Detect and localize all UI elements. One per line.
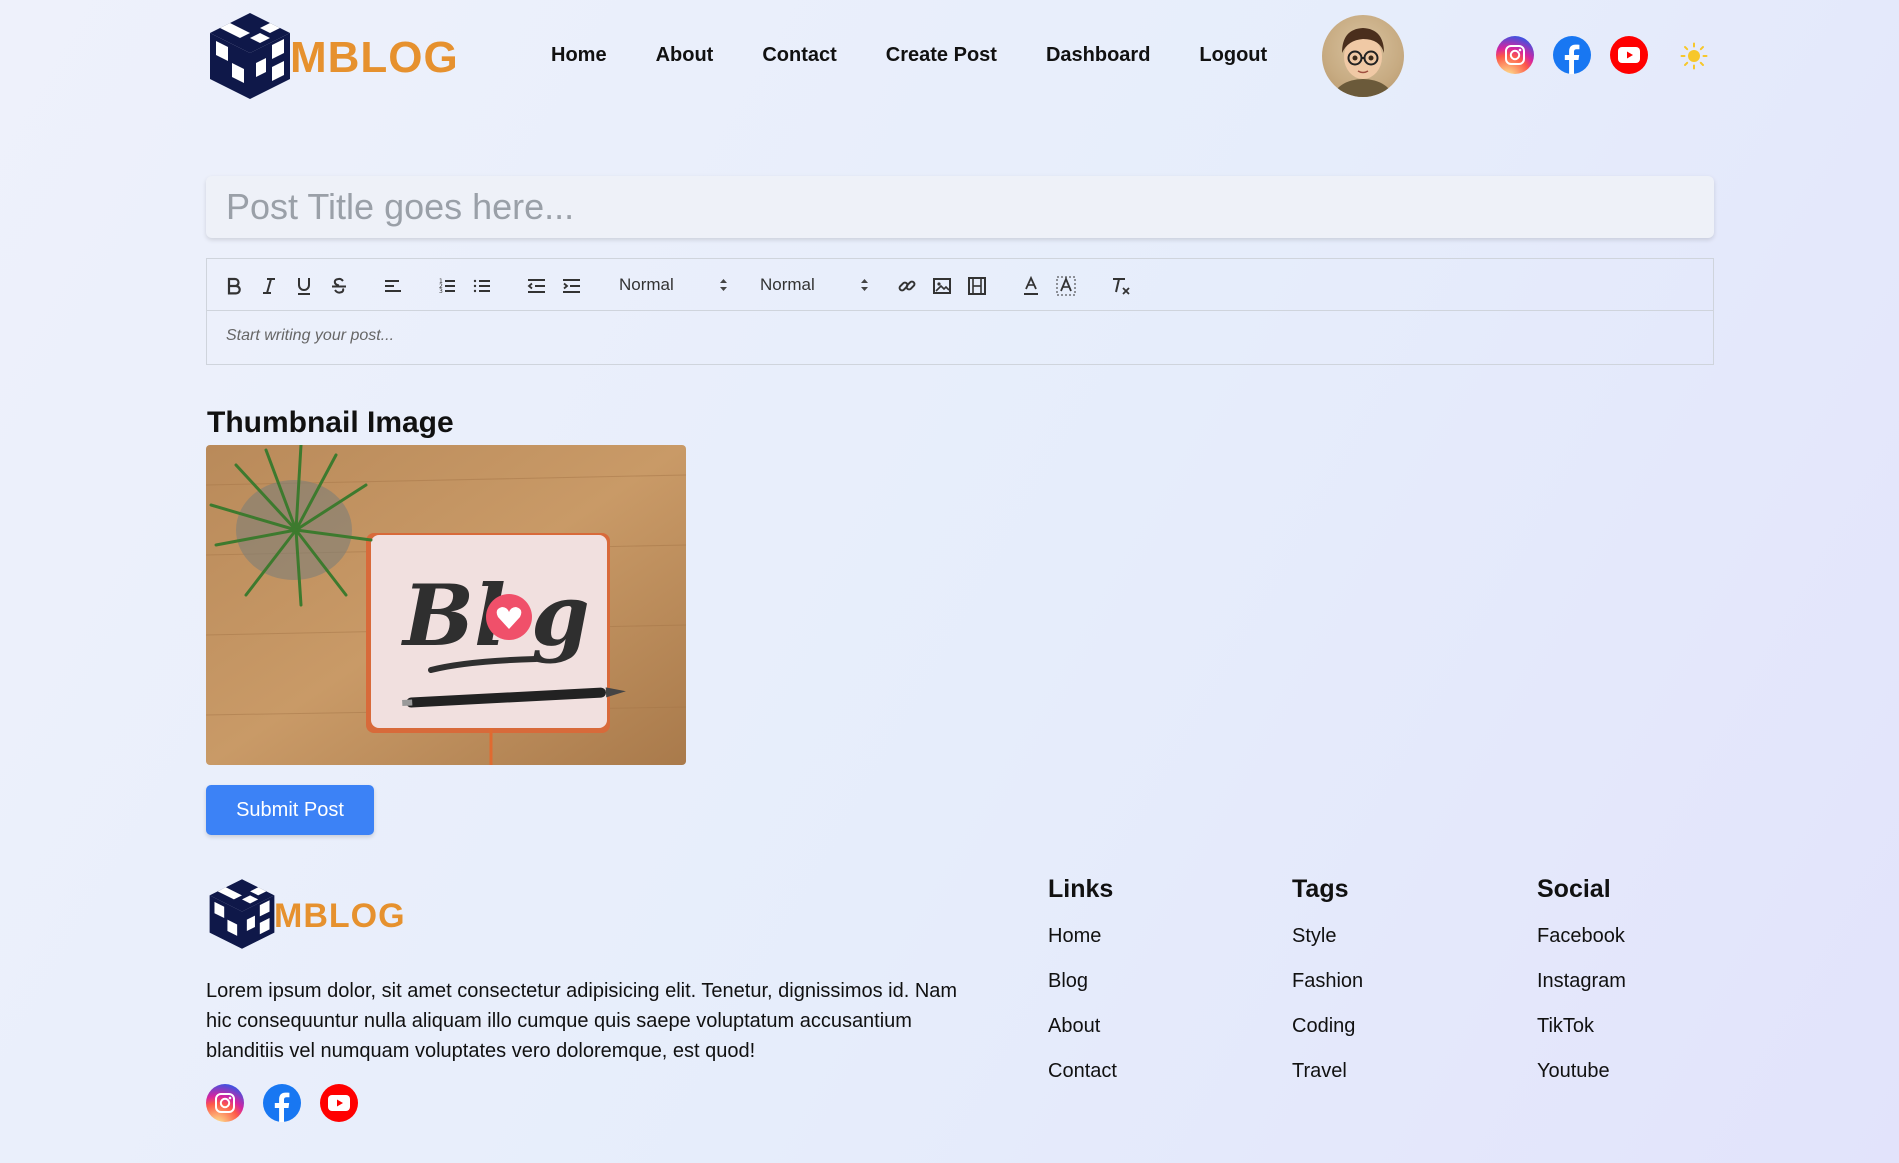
align-icon[interactable] bbox=[381, 274, 405, 298]
svg-text:3: 3 bbox=[439, 288, 443, 295]
editor-content-area[interactable]: Start writing your post... bbox=[207, 311, 1713, 361]
footer-tag-fashion[interactable]: Fashion bbox=[1292, 970, 1363, 993]
nav-dashboard[interactable]: Dashboard bbox=[1046, 44, 1150, 67]
editor-toolbar: 123 Normal Normal bbox=[207, 259, 1713, 311]
size-format-select[interactable]: Normal bbox=[760, 273, 870, 297]
footer-social-youtube[interactable]: Youtube bbox=[1537, 1060, 1626, 1083]
select-arrows-icon bbox=[719, 278, 728, 292]
site-logo[interactable]: MBLOG bbox=[208, 11, 459, 101]
footer-logo-text: MBLOG bbox=[274, 896, 406, 935]
clear-format-icon[interactable] bbox=[1109, 274, 1133, 298]
header-format-select[interactable]: Normal bbox=[619, 273, 729, 297]
underline-icon[interactable] bbox=[292, 274, 316, 298]
footer-logo[interactable]: MBLOG bbox=[208, 877, 406, 951]
footer-description: Lorem ipsum dolor, sit amet consectetur … bbox=[206, 980, 958, 1062]
footer-link-blog[interactable]: Blog bbox=[1048, 970, 1117, 993]
nav-contact[interactable]: Contact bbox=[762, 44, 836, 67]
submit-post-button[interactable]: Submit Post bbox=[206, 785, 374, 835]
footer-tags-column: Tags Style Fashion Coding Travel bbox=[1292, 875, 1363, 1105]
image-icon[interactable] bbox=[930, 274, 954, 298]
rich-text-editor: 123 Normal Normal Start writing your pos… bbox=[206, 258, 1714, 365]
instagram-icon[interactable] bbox=[206, 1084, 244, 1122]
instagram-icon[interactable] bbox=[1496, 36, 1534, 74]
nav-create-post[interactable]: Create Post bbox=[886, 44, 997, 67]
youtube-icon[interactable] bbox=[320, 1084, 358, 1122]
facebook-icon[interactable] bbox=[1553, 36, 1591, 74]
cube-logo-icon bbox=[210, 13, 290, 99]
footer-link-home[interactable]: Home bbox=[1048, 925, 1117, 948]
bold-icon[interactable] bbox=[222, 274, 246, 298]
nav-about[interactable]: About bbox=[656, 44, 714, 67]
sun-icon[interactable] bbox=[1680, 42, 1708, 70]
footer-tag-coding[interactable]: Coding bbox=[1292, 1015, 1363, 1038]
outdent-icon[interactable] bbox=[524, 274, 548, 298]
italic-icon[interactable] bbox=[257, 274, 281, 298]
avatar-portrait-icon bbox=[1333, 28, 1393, 97]
footer-social-column: Social Facebook Instagram TikTok Youtube bbox=[1537, 875, 1626, 1105]
thumbnail-heading: Thumbnail Image bbox=[207, 406, 454, 439]
footer-links-column: Links Home Blog About Contact bbox=[1048, 875, 1117, 1105]
editor-placeholder: Start writing your post... bbox=[226, 327, 395, 344]
footer-column-title: Social bbox=[1537, 875, 1611, 903]
svg-text:g: g bbox=[531, 566, 590, 665]
header-socials bbox=[1496, 36, 1648, 74]
footer-social-instagram[interactable]: Instagram bbox=[1537, 970, 1626, 993]
thumbnail-image[interactable]: Bl g bbox=[206, 445, 686, 765]
facebook-icon[interactable] bbox=[263, 1084, 301, 1122]
size-format-value: Normal bbox=[760, 275, 815, 294]
footer-tag-style[interactable]: Style bbox=[1292, 925, 1363, 948]
site-header: MBLOG Home About Contact Create Post Das… bbox=[206, 0, 1714, 112]
nav-home[interactable]: Home bbox=[551, 44, 607, 67]
background-color-icon[interactable] bbox=[1054, 274, 1078, 298]
main-nav: Home About Contact Create Post Dashboard… bbox=[551, 44, 1316, 67]
footer-socials bbox=[206, 1084, 358, 1122]
link-icon[interactable] bbox=[895, 274, 919, 298]
indent-icon[interactable] bbox=[559, 274, 583, 298]
footer-social-tiktok[interactable]: TikTok bbox=[1537, 1015, 1626, 1038]
user-avatar[interactable] bbox=[1322, 15, 1404, 97]
footer-social-facebook[interactable]: Facebook bbox=[1537, 925, 1626, 948]
post-title-input[interactable] bbox=[206, 176, 1714, 238]
ordered-list-icon[interactable]: 123 bbox=[435, 274, 459, 298]
strike-icon[interactable] bbox=[327, 274, 351, 298]
footer-link-about[interactable]: About bbox=[1048, 1015, 1117, 1038]
select-arrows-icon bbox=[860, 278, 869, 292]
bullet-list-icon[interactable] bbox=[470, 274, 494, 298]
footer-column-title: Links bbox=[1048, 875, 1114, 903]
footer-link-contact[interactable]: Contact bbox=[1048, 1060, 1117, 1083]
logo-text: MBLOG bbox=[290, 33, 459, 82]
youtube-icon[interactable] bbox=[1610, 36, 1648, 74]
footer-column-title: Tags bbox=[1292, 875, 1349, 903]
nav-logout[interactable]: Logout bbox=[1199, 44, 1267, 67]
text-color-icon[interactable] bbox=[1019, 274, 1043, 298]
video-icon[interactable] bbox=[965, 274, 989, 298]
header-format-value: Normal bbox=[619, 275, 674, 294]
footer-tag-travel[interactable]: Travel bbox=[1292, 1060, 1363, 1083]
cube-logo-icon bbox=[209, 879, 275, 949]
